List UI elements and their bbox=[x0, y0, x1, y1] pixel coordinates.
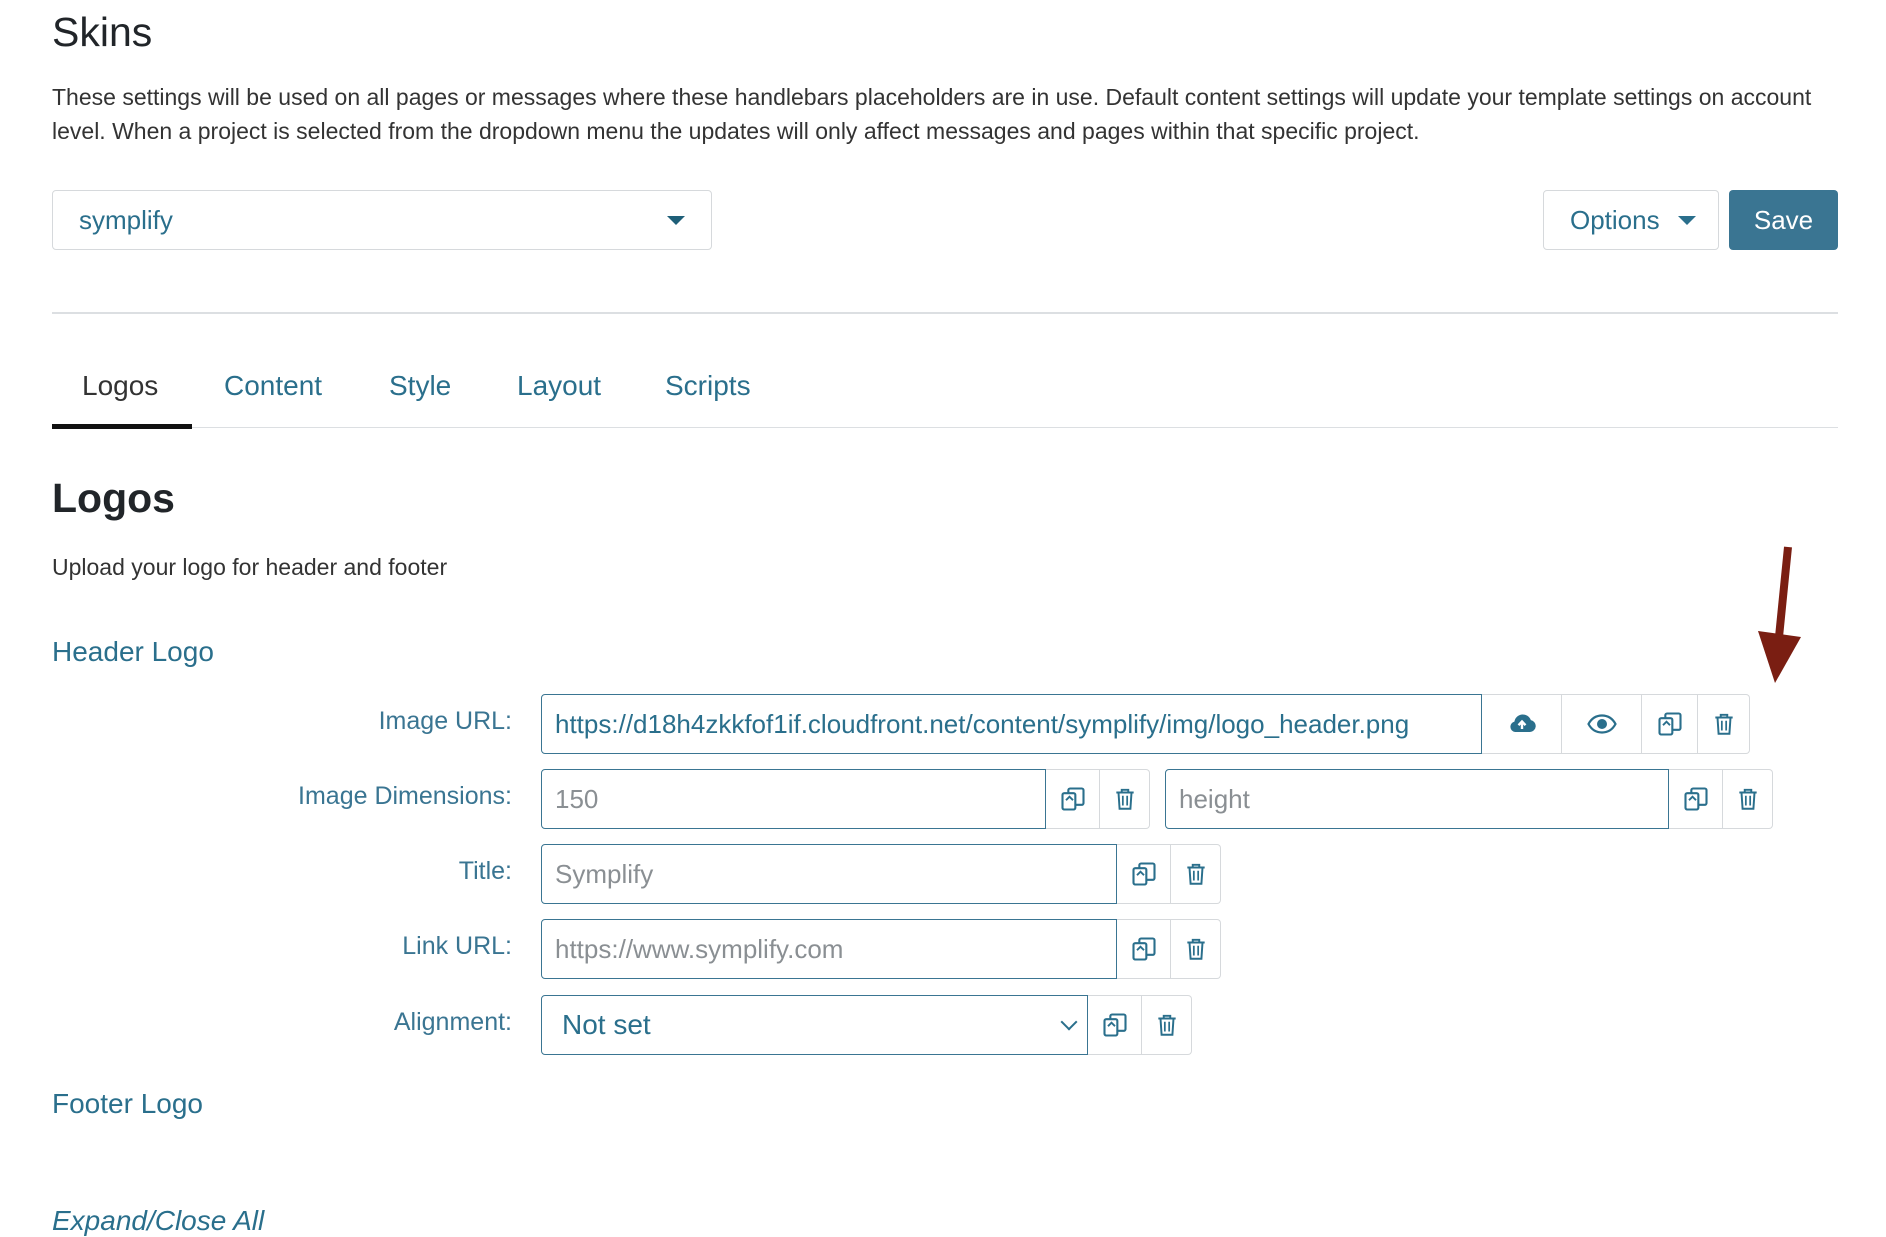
image-width-actions bbox=[1046, 769, 1150, 829]
link-url-label: Link URL: bbox=[402, 932, 512, 960]
image-width-input[interactable]: 150 bbox=[541, 769, 1046, 829]
eye-icon bbox=[1586, 714, 1617, 734]
tab-scripts[interactable]: Scripts bbox=[665, 370, 751, 402]
alignment-select[interactable]: Not set bbox=[541, 995, 1088, 1055]
save-button[interactable]: Save bbox=[1729, 190, 1838, 250]
image-height-input[interactable]: height bbox=[1165, 769, 1669, 829]
copy-icon bbox=[1101, 1011, 1129, 1039]
tab-layout[interactable]: Layout bbox=[517, 370, 601, 402]
project-dropdown-value: symplify bbox=[79, 204, 173, 235]
trash-icon bbox=[1183, 936, 1209, 962]
trash-icon bbox=[1735, 786, 1761, 812]
tab-content[interactable]: Content bbox=[224, 370, 322, 402]
tab-logos[interactable]: Logos bbox=[82, 370, 158, 402]
link-url-input[interactable]: https://www.symplify.com bbox=[541, 919, 1117, 979]
section-title: Logos bbox=[52, 475, 175, 521]
copy-button[interactable] bbox=[1642, 694, 1698, 754]
footer-logo-title[interactable]: Footer Logo bbox=[52, 1088, 203, 1120]
trash-icon bbox=[1112, 786, 1138, 812]
trash-icon bbox=[1711, 711, 1737, 737]
caret-down-icon bbox=[667, 216, 685, 225]
chevron-down-icon bbox=[1060, 1013, 1078, 1031]
project-dropdown[interactable]: symplify bbox=[52, 190, 712, 250]
image-height-actions bbox=[1669, 769, 1773, 829]
image-dimensions-label: Image Dimensions: bbox=[298, 782, 512, 810]
options-button[interactable]: Options bbox=[1543, 190, 1719, 250]
delete-button[interactable] bbox=[1171, 844, 1221, 904]
expand-close-all-link[interactable]: Expand/Close All bbox=[52, 1205, 264, 1237]
page-title: Skins bbox=[52, 9, 153, 55]
copy-icon bbox=[1656, 710, 1684, 738]
title-input[interactable]: Symplify bbox=[541, 844, 1117, 904]
section-description: Upload your logo for header and footer bbox=[52, 554, 448, 580]
copy-button[interactable] bbox=[1117, 844, 1171, 904]
copy-button[interactable] bbox=[1117, 919, 1171, 979]
upload-cloud-icon bbox=[1509, 714, 1536, 732]
upload-button[interactable] bbox=[1482, 694, 1562, 754]
alignment-actions bbox=[1088, 995, 1192, 1055]
alignment-label: Alignment: bbox=[393, 1008, 512, 1036]
header-logo-title[interactable]: Header Logo bbox=[52, 636, 214, 668]
copy-icon bbox=[1059, 785, 1087, 813]
tab-style[interactable]: Style bbox=[389, 370, 451, 402]
tab-bar: Logos Content Style Layout Scripts bbox=[52, 360, 1838, 429]
image-url-input[interactable]: https://d18h4zkkfof1if.cloudfront.net/co… bbox=[541, 694, 1482, 754]
delete-button[interactable] bbox=[1723, 769, 1773, 829]
title-actions bbox=[1117, 844, 1221, 904]
copy-button[interactable] bbox=[1046, 769, 1100, 829]
divider bbox=[52, 312, 1838, 314]
image-url-label: Image URL: bbox=[378, 707, 512, 735]
trash-icon bbox=[1154, 1012, 1180, 1038]
copy-icon bbox=[1682, 785, 1710, 813]
caret-down-icon bbox=[1678, 216, 1696, 225]
options-button-label: Options bbox=[1570, 204, 1660, 235]
alignment-select-value: Not set bbox=[562, 1009, 651, 1040]
title-label: Title: bbox=[458, 857, 512, 885]
copy-icon bbox=[1130, 860, 1158, 888]
copy-icon bbox=[1130, 935, 1158, 963]
preview-button[interactable] bbox=[1562, 694, 1642, 754]
delete-button[interactable] bbox=[1171, 919, 1221, 979]
active-tab-indicator bbox=[52, 424, 192, 429]
delete-button[interactable] bbox=[1698, 694, 1750, 754]
link-url-actions bbox=[1117, 919, 1221, 979]
delete-button[interactable] bbox=[1100, 769, 1150, 829]
copy-button[interactable] bbox=[1669, 769, 1723, 829]
image-url-actions bbox=[1482, 694, 1750, 754]
trash-icon bbox=[1183, 861, 1209, 887]
delete-button[interactable] bbox=[1142, 995, 1192, 1055]
copy-button[interactable] bbox=[1088, 995, 1142, 1055]
arrow-down-icon bbox=[1758, 546, 1801, 683]
page-description: These settings will be used on all pages… bbox=[52, 84, 1812, 144]
